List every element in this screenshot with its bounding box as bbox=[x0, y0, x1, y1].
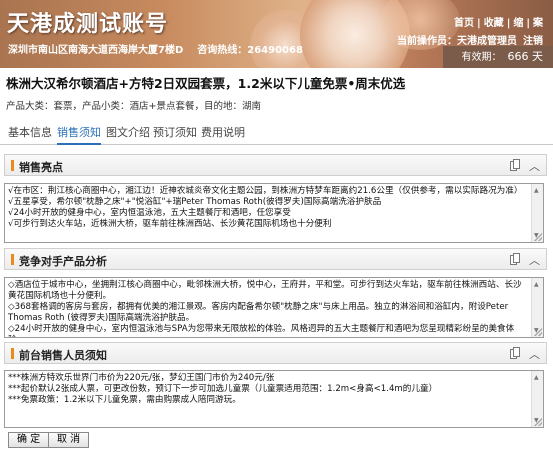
validity-bar: 有效期： 666 天 bbox=[443, 46, 553, 68]
section-accent-bar bbox=[11, 348, 14, 359]
hotline-label: 咨询热线： bbox=[197, 45, 248, 56]
tab-sales-notes[interactable]: 销售须知 bbox=[57, 124, 101, 145]
copy-icon[interactable] bbox=[510, 253, 520, 265]
section-title: 竞争对手产品分析 bbox=[19, 255, 107, 268]
frontdesk-notes-textarea[interactable]: ***株洲方特欢乐世界门市价为220元/张，梦幻王国门市价为240元/张 ***起… bbox=[4, 370, 544, 428]
scroll-up-icon[interactable]: ▲ bbox=[534, 279, 539, 290]
tab-fee-info[interactable]: 费用说明 bbox=[201, 124, 245, 143]
sales-highlights-textarea[interactable]: √在市区：荆江核心商圈中心，湘江边！近神农城炎帝文化主题公园，到株洲方特梦车距离… bbox=[4, 183, 544, 243]
case-link[interactable]: 案 bbox=[533, 18, 543, 29]
copy-icon[interactable] bbox=[510, 347, 520, 359]
resize-handle-icon[interactable] bbox=[534, 328, 542, 336]
site-contact: 深圳市南山区南海大道西海岸大厦7楼D 咨询热线：26490068 bbox=[8, 41, 317, 56]
shrink-link[interactable]: 缩 bbox=[513, 18, 523, 29]
tab-image-intro[interactable]: 图文介绍 bbox=[106, 124, 150, 143]
section-header-sales-highlights: 销售亮点 ︿ bbox=[4, 154, 547, 176]
resize-handle-icon[interactable] bbox=[534, 418, 542, 426]
home-link[interactable]: 首页 bbox=[454, 18, 474, 29]
current-operator: 当前操作员：天港成管理员 注销 bbox=[397, 32, 543, 47]
section-title: 销售亮点 bbox=[19, 161, 63, 174]
tab-booking-notes[interactable]: 预订须知 bbox=[153, 124, 197, 143]
section-accent-bar bbox=[11, 160, 14, 171]
section-header-competitor-analysis: 竞争对手产品分析 ︿ bbox=[4, 248, 547, 270]
text-line: √可步行到达火车站，近株洲大桥，驱车前往株洲西站、长沙黄花国际机场也十分便利 bbox=[8, 219, 332, 229]
scroll-up-icon[interactable]: ▲ bbox=[534, 372, 539, 383]
competitor-analysis-textarea[interactable]: ◇酒店位于城市中心，坐拥荆江核心商圈中心，毗邻株洲大桥，悦中心，王府井，平和堂。… bbox=[4, 277, 544, 338]
product-title: 株洲大汉希尔顿酒店+方特2日双园套票，1.2米以下儿童免票•周末优选 bbox=[6, 76, 406, 91]
text-line: ◇368套格调的客房与套房，都拥有优美的湘江景观。客房内配备希尔顿"枕静之床"与… bbox=[8, 302, 511, 323]
top-links: 首页 | 收藏 | 缩 | 案 bbox=[454, 18, 543, 29]
tab-bar: 基本信息 销售须知 图文介绍 预订须知 费用说明 bbox=[0, 120, 553, 145]
section-title: 前台销售人员须知 bbox=[19, 349, 107, 362]
scroll-up-icon[interactable]: ▲ bbox=[534, 185, 539, 196]
validity-label: 有效期： bbox=[461, 52, 502, 63]
text-line: ***株洲方特欢乐世界门市价为220元/张，梦幻王国门市价为240元/张 bbox=[8, 373, 275, 383]
collapse-icon[interactable]: ︿ bbox=[529, 252, 540, 268]
text-line: ◇24小时开放的健身中心，室内恒温泳池与SPA为您带来无限放松的体验。风格迥异的… bbox=[8, 324, 515, 337]
favorites-link[interactable]: 收藏 bbox=[484, 18, 504, 29]
hotline-number: 26490068 bbox=[247, 45, 303, 56]
validity-days: 666 天 bbox=[507, 50, 544, 63]
collapse-icon[interactable]: ︿ bbox=[529, 346, 540, 362]
site-address: 深圳市南山区南海大道西海岸大厦7楼D bbox=[8, 45, 184, 56]
text-line: √在市区：荆江核心商圈中心，湘江边！近神农城炎帝文化主题公园，到株洲方特梦车距离… bbox=[8, 186, 523, 196]
site-title: 天港成测试账号 bbox=[7, 12, 169, 37]
tab-basic-info[interactable]: 基本信息 bbox=[8, 124, 52, 143]
confirm-button[interactable]: 确 定 bbox=[8, 432, 50, 448]
collapse-icon[interactable]: ︿ bbox=[529, 158, 540, 174]
section-accent-bar bbox=[11, 254, 14, 265]
text-line: ◇酒店位于城市中心，坐拥荆江核心商圈中心，毗邻株洲大桥，悦中心，王府井，平和堂。… bbox=[8, 280, 522, 301]
text-line: ***起价默认2张成人票，可更改份数，预订下一步可加选儿童票（儿童票适用范围：1… bbox=[8, 384, 438, 394]
text-line: ***免票政策：1.2米以下儿童免票，需由购票成人陪同游玩。 bbox=[8, 395, 241, 405]
site-header: 天港成测试账号 深圳市南山区南海大道西海岸大厦7楼D 咨询热线：26490068 … bbox=[0, 0, 553, 68]
section-header-frontdesk-notes: 前台销售人员须知 ︿ bbox=[4, 342, 547, 364]
resize-handle-icon[interactable] bbox=[534, 233, 542, 241]
copy-icon[interactable] bbox=[510, 159, 520, 171]
cancel-button[interactable]: 取 消 bbox=[48, 432, 90, 448]
text-line: √24小时开放的健身中心，室内恒温泳池，五大主题餐厅和酒吧，任您享受 bbox=[8, 208, 291, 218]
text-line: √五星享受，希尔顿"枕静之床"+"悦浴缸"+瑞Peter Thomas Roth… bbox=[8, 197, 382, 207]
product-meta: 产品大类：套票，产品小类：酒店+景点套餐，目的地：湖南 bbox=[6, 101, 261, 112]
